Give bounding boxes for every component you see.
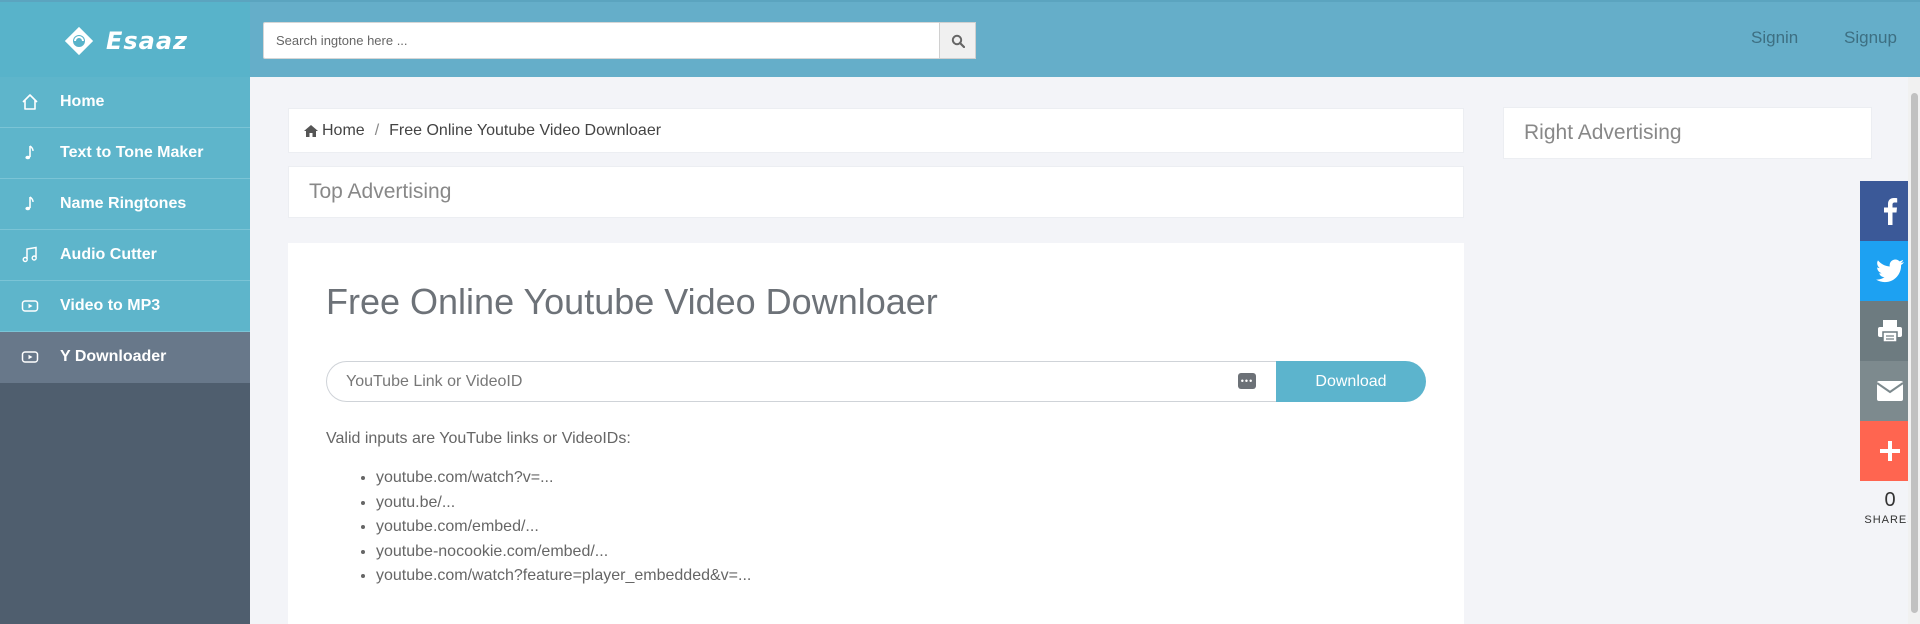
download-button[interactable]: Download <box>1276 361 1426 402</box>
downloader-card: Free Online Youtube Video Downloaer ••• … <box>288 243 1464 624</box>
breadcrumb-separator: / <box>374 121 380 139</box>
list-item: youtube.com/watch?v=... <box>376 466 751 491</box>
search-input[interactable] <box>263 22 939 59</box>
brand-name: Esaaz <box>105 26 189 55</box>
top-bar: Esaaz Signin Signup <box>0 0 1920 79</box>
twitter-icon <box>1876 259 1904 283</box>
sidebar-item-label: Audio Cutter <box>60 246 157 263</box>
list-item: youtube.com/embed/... <box>376 515 751 540</box>
print-icon <box>1878 320 1902 343</box>
top-advertising-label: Top Advertising <box>309 180 452 203</box>
breadcrumb-current: Free Online Youtube Video Downloaer <box>389 121 662 139</box>
video-icon <box>20 347 40 367</box>
sidebar-item-audio-cutter[interactable]: Audio Cutter <box>0 230 250 281</box>
home-icon <box>304 124 318 137</box>
right-advertising: Right Advertising <box>1503 107 1872 159</box>
valid-inputs-text: Valid inputs are YouTube links or VideoI… <box>326 430 631 447</box>
autofill-icon[interactable]: ••• <box>1238 373 1256 389</box>
scrollbar-thumb[interactable] <box>1911 93 1918 613</box>
breadcrumb-home-link[interactable]: Home <box>322 122 365 140</box>
sidebar-item-text-to-tone-maker[interactable]: Text to Tone Maker <box>0 128 250 179</box>
download-form: ••• Download <box>326 361 1426 402</box>
sidebar-item-label: Home <box>60 93 105 110</box>
brand-logo[interactable]: Esaaz <box>0 2 250 79</box>
sidebar-item-name-ringtones[interactable]: Name Ringtones <box>0 179 250 230</box>
sidebar-item-video-to-mp3[interactable]: Video to MP3 <box>0 281 250 332</box>
sidebar-item-label: Text to Tone Maker <box>60 144 204 161</box>
home-icon <box>20 92 40 112</box>
list-item: youtube-nocookie.com/embed/... <box>376 540 751 565</box>
video-link-input[interactable] <box>346 372 1183 391</box>
sidebar: Home Text to Tone Maker Name Ringtones A… <box>0 77 250 624</box>
signin-link[interactable]: Signin <box>1751 28 1798 48</box>
search-bar <box>263 22 976 59</box>
video-icon <box>20 296 40 316</box>
music-note-icon <box>20 143 40 163</box>
music-notes-icon <box>20 245 40 265</box>
list-item: youtube.com/watch?feature=player_embedde… <box>376 564 751 589</box>
valid-inputs-list: youtube.com/watch?v=... youtu.be/... you… <box>376 466 751 589</box>
search-icon <box>951 34 965 48</box>
plus-icon <box>1880 441 1900 461</box>
sidebar-item-label: Name Ringtones <box>60 195 187 212</box>
right-advertising-label: Right Advertising <box>1524 121 1682 144</box>
list-item: youtu.be/... <box>376 491 751 516</box>
sidebar-item-label: Video to MP3 <box>60 297 161 314</box>
sidebar-item-label: Y Downloader <box>60 348 167 365</box>
top-advertising: Top Advertising <box>288 166 1464 218</box>
signup-link[interactable]: Signup <box>1844 28 1897 48</box>
search-button[interactable] <box>939 22 976 59</box>
logo-icon <box>64 26 94 55</box>
music-note-icon <box>20 194 40 214</box>
facebook-icon <box>1884 198 1898 225</box>
email-icon <box>1876 381 1904 401</box>
video-link-field: ••• <box>326 361 1276 402</box>
sidebar-item-home[interactable]: Home <box>0 77 250 128</box>
sidebar-item-y-downloader[interactable]: Y Downloader <box>0 332 250 383</box>
breadcrumb: Home / Free Online Youtube Video Downloa… <box>288 108 1464 153</box>
page-title: Free Online Youtube Video Downloaer <box>326 281 938 322</box>
